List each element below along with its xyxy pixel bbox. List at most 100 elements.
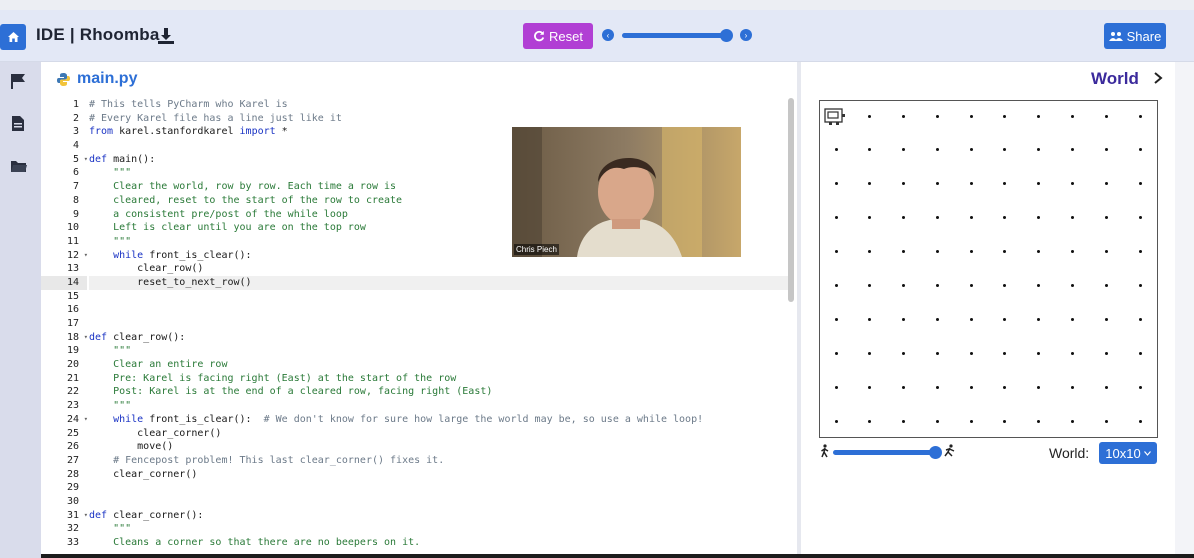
karel-robot-icon: [824, 108, 845, 125]
corner-dot: [1037, 182, 1041, 186]
share-button[interactable]: Share: [1104, 23, 1166, 49]
speed-slider[interactable]: [622, 33, 730, 38]
corner-dot: [1003, 148, 1007, 152]
chevron-down-icon: [1143, 450, 1151, 456]
world-size-select[interactable]: 10x10: [1099, 442, 1157, 464]
corner-dot: [902, 283, 906, 287]
line-number: 31 ▾: [66, 509, 88, 523]
reset-button[interactable]: Reset: [523, 23, 593, 49]
corner-dot: [902, 216, 906, 220]
corner-dot: [1037, 385, 1041, 389]
flag-icon[interactable]: [9, 72, 27, 90]
corner-dot: [1070, 317, 1074, 321]
line-number: 13: [66, 263, 79, 275]
corner-dot: [935, 250, 939, 254]
code-line[interactable]: clear_corner(): [89, 468, 789, 482]
code-line[interactable]: # This tells PyCharm who Karel is: [89, 98, 789, 112]
corner-dot: [1003, 216, 1007, 220]
chevron-right-icon[interactable]: [1153, 71, 1163, 90]
code-line[interactable]: Clear an entire row: [89, 358, 789, 372]
line-number: 10: [66, 222, 79, 234]
top-bar: IDE | Rhoomba Reset ‹ › Share: [0, 10, 1194, 62]
world-title: World: [1091, 69, 1139, 88]
corner-dot: [834, 283, 838, 287]
corner-dot: [969, 385, 973, 389]
corner-dot: [902, 351, 906, 355]
code-line[interactable]: def clear_row():: [89, 331, 789, 345]
sidebar: [0, 62, 41, 558]
corner-dot: [868, 385, 872, 389]
speed-slider-thumb[interactable]: [720, 29, 733, 42]
corner-dot: [834, 148, 838, 152]
reset-label: Reset: [549, 28, 583, 44]
slower-icon[interactable]: ‹: [602, 29, 614, 41]
line-number: 24 ▾: [66, 413, 88, 427]
fold-arrow-icon[interactable]: ▾: [84, 249, 88, 263]
fold-arrow-icon[interactable]: ▾: [84, 413, 88, 427]
corner-dot: [1003, 283, 1007, 287]
fold-arrow-icon[interactable]: ▾: [84, 331, 88, 345]
code-line[interactable]: Cleans a corner so that there are no bee…: [89, 536, 789, 550]
line-gutter: 1 2 3 4 5 ▾ 6 7 8 9 10 11 12 ▾ 13 14 15 16 17 18 ▾ 19 20 21 22 23…: [41, 98, 88, 550]
corner-dot: [834, 182, 838, 186]
code-line[interactable]: Pre: Karel is facing right (East) at the…: [89, 372, 789, 386]
code-line[interactable]: move(): [89, 440, 789, 454]
corner-dot: [1037, 283, 1041, 287]
running-fast-icon: [943, 444, 956, 463]
home-button[interactable]: [0, 24, 26, 50]
download-icon[interactable]: [157, 27, 175, 50]
code-line[interactable]: Post: Karel is at the end of a cleared r…: [89, 385, 789, 399]
code-line[interactable]: # Fencepost problem! This last clear_cor…: [89, 454, 789, 468]
line-number: 32: [66, 523, 79, 535]
code-line[interactable]: [89, 481, 789, 495]
corner-dot: [1003, 351, 1007, 355]
code-line[interactable]: # Every Karel file has a line just like …: [89, 112, 789, 126]
file-tab[interactable]: main.py: [56, 70, 137, 88]
run-speed-slider-thumb[interactable]: [929, 446, 942, 459]
code-line[interactable]: """: [89, 522, 789, 536]
corner-dot: [1104, 283, 1108, 287]
corner-dot: [834, 419, 838, 423]
fold-arrow-icon[interactable]: ▾: [84, 509, 88, 523]
corner-dot: [1070, 182, 1074, 186]
code-line[interactable]: [89, 495, 789, 509]
code-line[interactable]: """: [89, 399, 789, 413]
code-line[interactable]: clear_row(): [89, 262, 789, 276]
folder-icon[interactable]: [9, 157, 27, 175]
code-line[interactable]: def clear_corner():: [89, 509, 789, 523]
webcam-overlay: Chris Piech: [512, 127, 741, 257]
code-line[interactable]: [89, 303, 789, 317]
line-number: 1: [72, 99, 79, 110]
corner-dot: [902, 182, 906, 186]
code-line[interactable]: while front_is_clear(): # We don't know …: [89, 413, 789, 427]
corner-dot: [935, 419, 939, 423]
code-line[interactable]: reset_to_next_row(): [89, 275, 789, 290]
faster-icon[interactable]: ›: [740, 29, 752, 41]
editor-scrollbar[interactable]: [788, 98, 794, 302]
corner-dot: [1138, 114, 1142, 118]
line-number: 25: [66, 427, 79, 439]
corner-dot: [969, 148, 973, 152]
line-number: 7: [72, 181, 79, 193]
code-line[interactable]: clear_corner(): [89, 427, 789, 441]
code-line[interactable]: [89, 290, 789, 304]
corner-dot: [834, 385, 838, 389]
corner-dot: [1138, 182, 1142, 186]
code-line[interactable]: """: [89, 344, 789, 358]
corner-dot: [834, 317, 838, 321]
code-line[interactable]: [89, 317, 789, 331]
corner-dot: [1003, 419, 1007, 423]
file-icon[interactable]: [9, 114, 27, 132]
fold-arrow-icon[interactable]: ▾: [84, 153, 88, 167]
corner-dot: [1104, 148, 1108, 152]
corner-dot: [969, 351, 973, 355]
corner-dot: [868, 182, 872, 186]
corner-dot: [1104, 317, 1108, 321]
corner-dot: [935, 182, 939, 186]
file-name: main.py: [77, 70, 138, 87]
corner-dot: [1104, 419, 1108, 423]
app-title: IDE | Rhoomba: [36, 25, 160, 44]
run-speed-slider[interactable]: [833, 450, 939, 455]
line-number: 16: [66, 304, 79, 316]
corner-dot: [935, 216, 939, 220]
